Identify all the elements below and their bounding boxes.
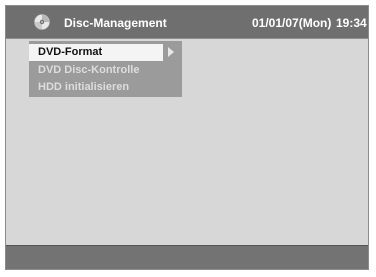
arrow-right-icon [168,47,174,57]
menu-item-label: DVD-Format [38,46,103,58]
disc-icon [34,14,50,30]
menu-item-dvd-format[interactable]: DVD-Format [29,44,163,61]
header-bar: Disc-Management 01/01/07(Mon) 19:34 [6,6,368,39]
tv-screen: Disc-Management 01/01/07(Mon) 19:34 DVD-… [5,5,369,270]
menu-item-hdd-initialisieren[interactable]: HDD initialisieren [29,79,129,96]
footer-bar [6,245,368,269]
header-time: 19:34 [336,16,367,30]
menu-item-label: DVD Disc-Kontrolle [38,64,140,76]
disc-management-menu: DVD-Format DVD Disc-Kontrolle HDD initia… [29,41,182,97]
header-title: Disc-Management [64,16,167,30]
menu-item-label: HDD initialisieren [38,81,130,93]
menu-item-dvd-disc-kontrolle[interactable]: DVD Disc-Kontrolle [29,62,139,79]
header-date: 01/01/07(Mon) [252,16,332,30]
